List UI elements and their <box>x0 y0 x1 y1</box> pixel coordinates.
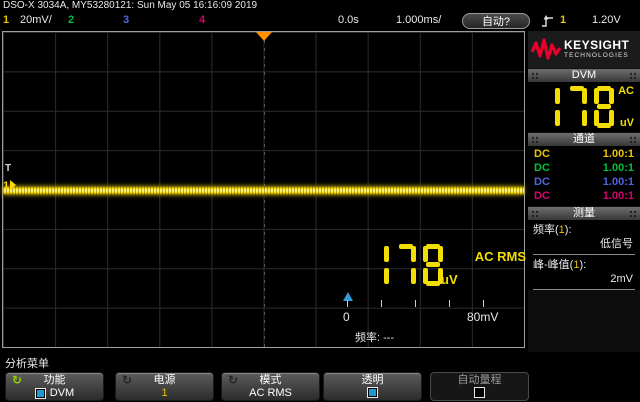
trigger-mode-badge: 自动? <box>462 13 530 29</box>
drag-grip-icon[interactable] <box>629 136 637 144</box>
measure-panel-header[interactable]: 测量 <box>528 206 640 220</box>
peak-peak-measurement-label: 峰-峰值(1): <box>533 258 635 272</box>
dvm-unit: uV <box>620 117 634 129</box>
drag-grip-icon[interactable] <box>629 72 637 80</box>
softkey-autorange[interactable]: 自动量程 <box>430 372 529 401</box>
status-bar: 1 20mV/ 2 3 4 0.0s 1.000ms/ 自动? 1 1.20V <box>0 12 640 31</box>
divider <box>533 289 635 290</box>
softkey-mode[interactable]: ↻模式 AC RMS <box>221 372 320 401</box>
keysight-logo: KEYSIGHT TECHNOLOGIES <box>528 31 640 68</box>
trigger-source: 1 <box>560 12 566 29</box>
frequency-measurement-value: 低信号 <box>533 237 635 252</box>
dvm-frequency-readout: 频率: --- <box>355 329 394 345</box>
channel1-number[interactable]: 1 <box>3 12 9 29</box>
dvm-value <box>540 86 614 128</box>
dvm-overlay-value <box>369 244 443 286</box>
peak-peak-measurement-value: 2mV <box>533 272 635 287</box>
channel-row: DC1.00:1 <box>528 148 640 162</box>
drag-grip-icon[interactable] <box>629 210 637 218</box>
dvm-overlay-mode: AC RMS <box>475 249 526 264</box>
cycle-icon: ↻ <box>122 374 132 387</box>
channel4-number[interactable]: 4 <box>199 12 205 29</box>
checkbox-unchecked-icon[interactable] <box>474 387 485 398</box>
softkey-menu-bar: 分析菜单 ↻功能 DVM ↻电源 1 ↻模式 AC RMS 透明 自动量程 <box>0 352 640 402</box>
softkey-source[interactable]: ↻电源 1 <box>115 372 214 401</box>
drag-grip-icon[interactable] <box>531 136 539 144</box>
softkey-transparent[interactable]: 透明 <box>323 372 422 401</box>
model-serial-datetime: DSO-X 3034A, MY53280121: Sun May 05 16:1… <box>3 0 637 12</box>
dvm-overlay-unit: uV <box>441 272 458 287</box>
dvm-display: AC uV <box>528 82 640 132</box>
trigger-level-marker[interactable]: T <box>5 163 11 174</box>
divider <box>533 254 635 255</box>
sidebar: KEYSIGHT TECHNOLOGIES DVM AC uV 通道 DC1.0… <box>528 31 640 355</box>
dvm-scale-min: 0 <box>343 310 350 324</box>
oscilloscope-screen: DSO-X 3034A, MY53280121: Sun May 05 16:1… <box>0 0 640 402</box>
checkbox-checked-icon[interactable] <box>367 387 378 398</box>
dvm-coupling: AC <box>618 85 634 97</box>
channel3-number[interactable]: 3 <box>123 12 129 29</box>
softkey-function[interactable]: ↻功能 DVM <box>5 372 104 401</box>
trigger-time-marker[interactable] <box>256 32 272 41</box>
frequency-measurement-label: 频率(1): <box>533 223 635 237</box>
channel-row: DC1.00:1 <box>528 176 640 190</box>
timebase: 1.000ms/ <box>396 12 441 29</box>
drag-grip-icon[interactable] <box>531 72 539 80</box>
cycle-icon: ↻ <box>12 374 22 387</box>
dvm-overlay: uV AC RMS 0 80mV 频率: --- <box>333 212 526 342</box>
channel1-trace <box>3 186 524 195</box>
waveform-display: T 1 uV AC RMS 0 80mV 频率: --- <box>2 31 525 348</box>
measure-panel-body: 频率(1): 低信号 峰-峰值(1): 2mV <box>528 220 640 290</box>
checkbox-checked-icon[interactable] <box>35 388 46 399</box>
cycle-icon: ↻ <box>228 374 238 387</box>
channel-row: DC1.00:1 <box>528 162 640 176</box>
menu-title: 分析菜单 <box>5 355 49 371</box>
logo-subtitle: TECHNOLOGIES <box>564 52 629 60</box>
channel2-number[interactable]: 2 <box>68 12 74 29</box>
channels-panel-header[interactable]: 通道 <box>528 132 640 146</box>
trigger-level: 1.20V <box>592 12 621 29</box>
drag-grip-icon[interactable] <box>531 210 539 218</box>
channel-row: DC1.00:1 <box>528 190 640 204</box>
logo-brand: KEYSIGHT <box>564 39 629 52</box>
channel1-scale[interactable]: 20mV/ <box>20 12 52 29</box>
channels-panel-body: DC1.00:1 DC1.00:1 DC1.00:1 DC1.00:1 <box>528 146 640 206</box>
dvm-panel-header[interactable]: DVM <box>528 68 640 82</box>
dvm-scale-ticks <box>347 300 483 308</box>
channel1-ground-marker[interactable]: 1 <box>3 180 16 192</box>
time-offset: 0.0s <box>338 12 359 29</box>
dvm-scale-max: 80mV <box>467 310 498 324</box>
keysight-wave-icon <box>531 37 561 63</box>
